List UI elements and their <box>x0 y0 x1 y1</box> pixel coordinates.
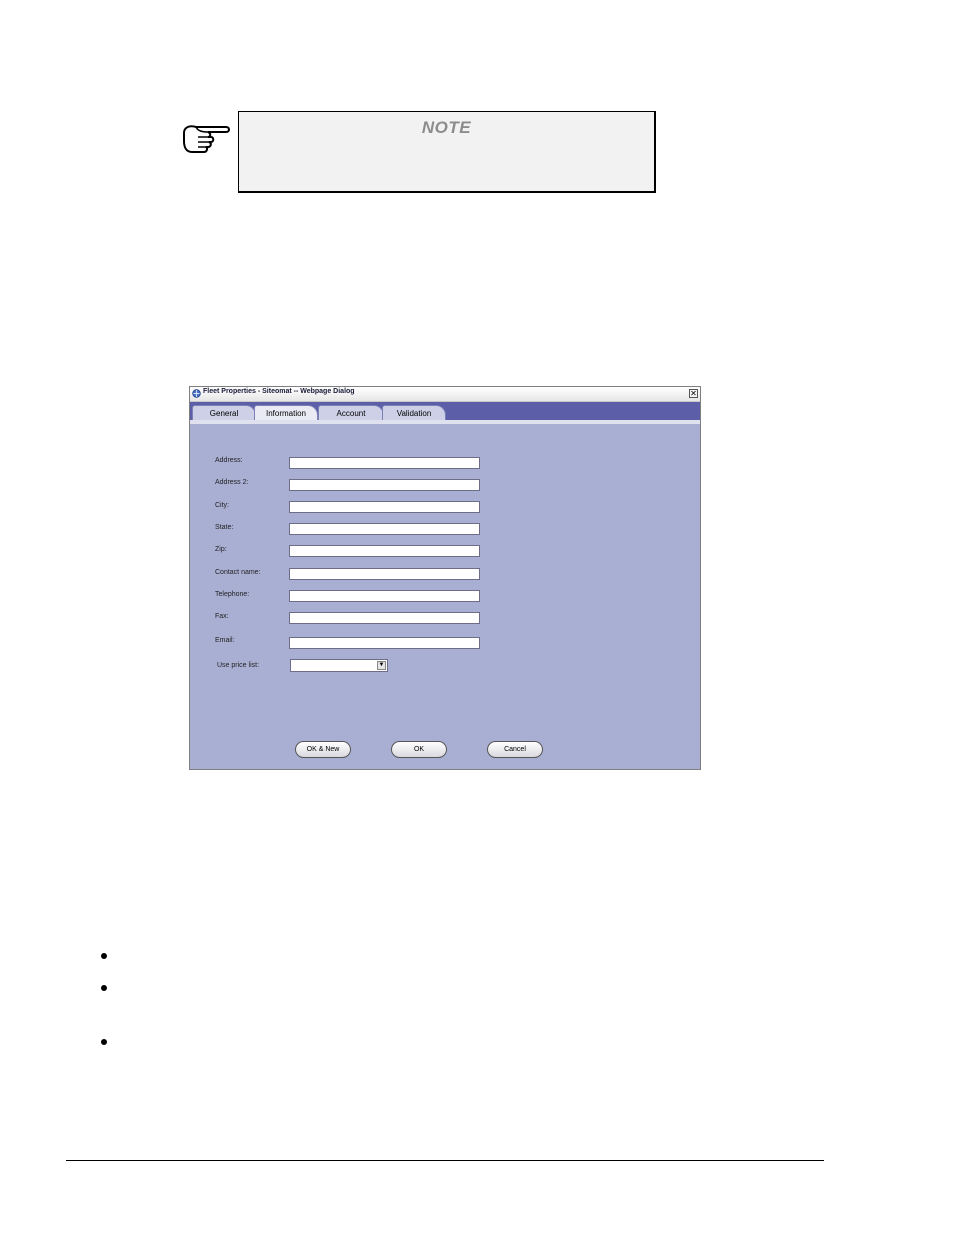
footer-rule <box>66 1160 824 1161</box>
tab-account[interactable]: Account <box>318 405 384 420</box>
contact-name-label: Contact name: <box>215 569 261 576</box>
telephone-label: Telephone: <box>215 591 250 598</box>
note-title: NOTE <box>421 118 472 137</box>
dialog-titlebar: Fleet Properties - Siteomat -- Webpage D… <box>190 387 700 402</box>
zip-input[interactable] <box>289 545 480 557</box>
price-list-label: Use price list: <box>217 662 260 669</box>
tab-validation[interactable]: Validation <box>382 405 446 420</box>
browser-icon <box>192 389 201 398</box>
bullet-2 <box>101 985 107 991</box>
tab-strip: General Information Account Validation <box>190 402 700 421</box>
dialog-title: Fleet Properties - Siteomat -- Webpage D… <box>203 388 355 395</box>
fax-label: Fax: <box>215 613 229 620</box>
bullet-3 <box>101 1039 107 1045</box>
city-input[interactable] <box>289 501 480 513</box>
telephone-input[interactable] <box>289 590 480 602</box>
city-label: City: <box>215 502 229 509</box>
address-label: Address: <box>215 457 243 464</box>
note-box: NOTE <box>238 111 656 193</box>
tab-underline <box>190 420 700 424</box>
pointing-hand-icon <box>183 125 230 153</box>
fax-input[interactable] <box>289 612 480 624</box>
zip-label: Zip: <box>215 546 227 553</box>
chevron-down-icon[interactable]: ▼ <box>377 661 386 670</box>
close-icon[interactable]: ✕ <box>689 389 698 398</box>
tab-information[interactable]: Information <box>254 405 318 421</box>
email-input[interactable] <box>289 637 480 649</box>
state-input[interactable] <box>289 523 480 535</box>
address2-label: Address 2: <box>215 479 249 486</box>
address2-input[interactable] <box>289 479 480 491</box>
contact-name-input[interactable] <box>289 568 480 580</box>
address-input[interactable] <box>289 457 480 469</box>
tab-general[interactable]: General <box>192 405 256 420</box>
state-label: State: <box>215 524 234 531</box>
cancel-button[interactable]: Cancel <box>487 741 543 758</box>
price-list-select[interactable]: ▼ <box>290 659 388 672</box>
ok-new-button[interactable]: OK & New <box>295 741 351 758</box>
ok-button[interactable]: OK <box>391 741 447 758</box>
fleet-properties-dialog: Fleet Properties - Siteomat -- Webpage D… <box>189 386 701 770</box>
bullet-1 <box>101 953 107 959</box>
email-label: Email: <box>215 637 235 644</box>
